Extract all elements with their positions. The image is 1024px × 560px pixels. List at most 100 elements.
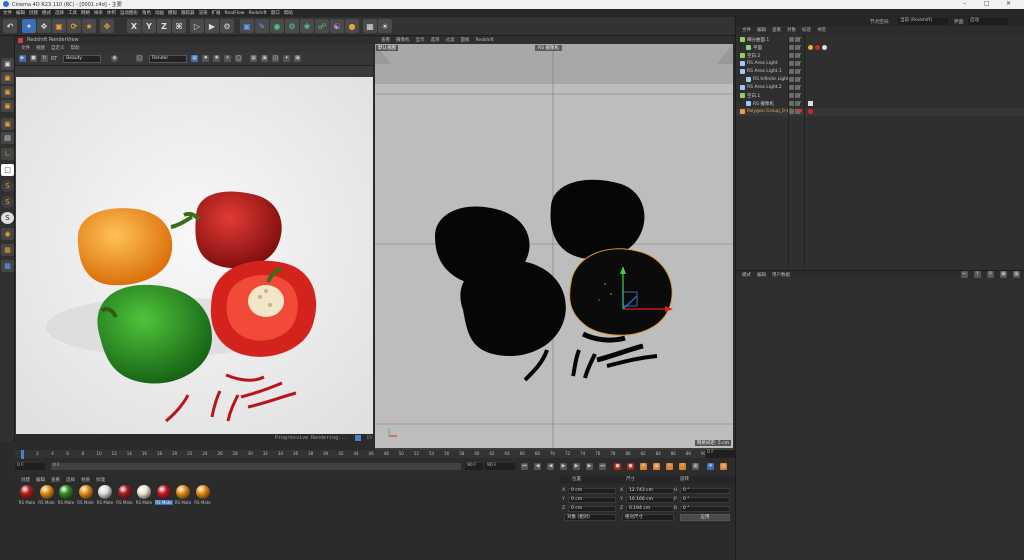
- material-tag-icon[interactable]: [808, 109, 813, 114]
- enabled-check-icon[interactable]: ✓: [798, 68, 802, 74]
- size-field[interactable]: 10.166 cm: [626, 497, 674, 503]
- field-icon[interactable]: ☍: [315, 19, 329, 33]
- camera-tag-icon[interactable]: [808, 101, 813, 106]
- snap-icon[interactable]: ∟: [1, 148, 14, 160]
- menu-item[interactable]: 网格: [81, 10, 90, 16]
- recent-tool-icon[interactable]: ★: [82, 19, 96, 33]
- s-scripts-icon-2[interactable]: S: [1, 196, 14, 208]
- circle-icon[interactable]: ◯: [235, 55, 243, 62]
- size-mode-dropdown[interactable]: 绝对尺寸: [622, 514, 674, 521]
- panel-menu-item[interactable]: 选项: [431, 37, 440, 43]
- object-row[interactable]: 空白.1 ✓: [736, 92, 1024, 100]
- panel-menu-item[interactable]: 查看: [772, 27, 781, 33]
- object-row[interactable]: 空白.2 ✓: [736, 52, 1024, 60]
- key-param-icon[interactable]: P: [679, 463, 686, 470]
- preview-max-field[interactable]: 90 F: [465, 463, 483, 470]
- panel-menu-item[interactable]: 视图: [36, 45, 45, 51]
- visibility-dot-icon[interactable]: [789, 45, 794, 50]
- close-icon[interactable]: ✕: [1006, 0, 1011, 7]
- compare-icon[interactable]: ◫: [272, 55, 280, 62]
- panel-menu-item[interactable]: 对象: [787, 27, 796, 33]
- enabled-check-icon[interactable]: ✓: [798, 100, 802, 106]
- menu-item[interactable]: 样条: [94, 10, 103, 16]
- panel-menu-item[interactable]: 选择: [66, 477, 75, 483]
- goto-start-icon[interactable]: ⏮: [521, 463, 528, 470]
- viewport-camera-label[interactable]: 默认视图: [376, 45, 398, 51]
- paint-icon[interactable]: ◉: [1, 228, 14, 240]
- panel-menu-item[interactable]: 模式: [742, 272, 751, 278]
- panel-menu-item[interactable]: 编辑: [757, 27, 766, 33]
- polygons-mode-icon[interactable]: ▣: [1, 86, 14, 98]
- playhead[interactable]: [21, 450, 24, 459]
- axis-mode-icon[interactable]: ▤: [1, 132, 14, 144]
- x-axis-lock-icon[interactable]: X: [127, 19, 141, 33]
- rotation-field[interactable]: 0 °: [680, 488, 730, 494]
- menu-item[interactable]: 跟踪器: [181, 10, 195, 16]
- panel-menu-item[interactable]: 编辑: [36, 477, 45, 483]
- texture-mode-icon[interactable]: ▣: [1, 118, 14, 130]
- prev-key-icon[interactable]: ◀: [534, 463, 541, 470]
- enabled-check-icon[interactable]: ✓: [798, 84, 802, 90]
- maximize-icon[interactable]: □: [984, 0, 990, 7]
- object-row[interactable]: RS 摄像机 ✓: [736, 100, 1024, 108]
- material-swatch[interactable]: RS Mate: [77, 485, 95, 505]
- panel-menu-item[interactable]: 纹理: [96, 477, 105, 483]
- material-tag-icon[interactable]: [808, 45, 813, 50]
- minimize-icon[interactable]: –: [963, 0, 966, 7]
- goto-end-icon[interactable]: ⏭: [599, 463, 606, 470]
- prev-frame-icon[interactable]: ◀: [547, 463, 554, 470]
- s-scripts-icon-1[interactable]: S: [1, 180, 14, 192]
- z-axis-lock-icon[interactable]: Z: [157, 19, 171, 33]
- menu-item[interactable]: 文件: [3, 10, 12, 16]
- render-start-icon[interactable]: ▶: [19, 55, 26, 62]
- panel-menu-item[interactable]: 用户数据: [772, 272, 790, 278]
- coordinate-system-icon[interactable]: ⌘: [172, 19, 186, 33]
- bokeh-icon[interactable]: ✺: [213, 55, 221, 62]
- lock-camera-icon[interactable]: ▦: [191, 55, 199, 62]
- next-key-icon[interactable]: ▶: [586, 463, 593, 470]
- rotate-icon[interactable]: ⟳: [67, 19, 81, 33]
- timeline-window-icon[interactable]: ✥: [707, 463, 714, 470]
- menu-item[interactable]: 创建: [29, 10, 38, 16]
- lut-icon[interactable]: ✦: [283, 55, 291, 62]
- menu-item[interactable]: 运动图形: [120, 10, 138, 16]
- material-swatch[interactable]: RS Mate: [154, 485, 173, 505]
- enabled-check-icon[interactable]: ✓: [798, 60, 802, 66]
- scale-icon[interactable]: ▣: [52, 19, 66, 33]
- preview-range-bar[interactable]: 0 F: [51, 463, 461, 470]
- visibility-dot-icon[interactable]: [789, 53, 794, 58]
- transform-icon[interactable]: ✥: [100, 19, 114, 33]
- key-scale-icon[interactable]: ▣: [653, 463, 660, 470]
- material-swatch[interactable]: RS Mate: [96, 485, 114, 505]
- camera-dropdown[interactable]: Render: [149, 54, 188, 63]
- menu-item[interactable]: 模拟: [168, 10, 177, 16]
- render-settings-icon[interactable]: ⚙: [220, 19, 234, 33]
- visibility-dot-icon[interactable]: [789, 93, 794, 98]
- panel-menu-item[interactable]: 书签: [817, 27, 826, 33]
- object-row[interactable]: Polygon Group_0-80 ●: [736, 108, 1024, 116]
- start-frame-field[interactable]: 0 F: [15, 463, 45, 470]
- visibility-dot-icon[interactable]: [789, 109, 794, 114]
- material-swatch[interactable]: RS Mate: [194, 485, 212, 505]
- aov-dropdown[interactable]: Beauty: [63, 54, 102, 63]
- render-image[interactable]: [16, 77, 373, 435]
- material-swatch[interactable]: RS Mate: [174, 485, 192, 505]
- enabled-check-icon[interactable]: ●: [798, 108, 802, 114]
- menu-item[interactable]: 编辑: [16, 10, 25, 16]
- next-frame-icon[interactable]: ▶: [573, 463, 580, 470]
- end-frame-field[interactable]: 90 F: [485, 463, 515, 470]
- panel-menu-item[interactable]: 面板: [461, 37, 470, 43]
- menu-item[interactable]: 窗口: [271, 10, 280, 16]
- panel-menu-item[interactable]: Redshift: [476, 38, 494, 43]
- position-field[interactable]: 0 cm: [568, 488, 616, 494]
- search-icon[interactable]: ⚲: [987, 271, 994, 278]
- workplane-icon[interactable]: □: [1, 164, 14, 176]
- menu-item[interactable]: 体积: [107, 10, 116, 16]
- menu-item[interactable]: 扩展: [212, 10, 221, 16]
- material-swatch[interactable]: RS Mate: [38, 485, 56, 505]
- object-row[interactable]: RS Infinite Light ✓: [736, 76, 1024, 84]
- material-swatch[interactable]: RS Mate: [116, 485, 134, 505]
- menu-item[interactable]: 动画: [155, 10, 164, 16]
- material-swatch[interactable]: RS Mate: [135, 485, 153, 505]
- panel-menu-item[interactable]: 摄像机: [396, 37, 410, 43]
